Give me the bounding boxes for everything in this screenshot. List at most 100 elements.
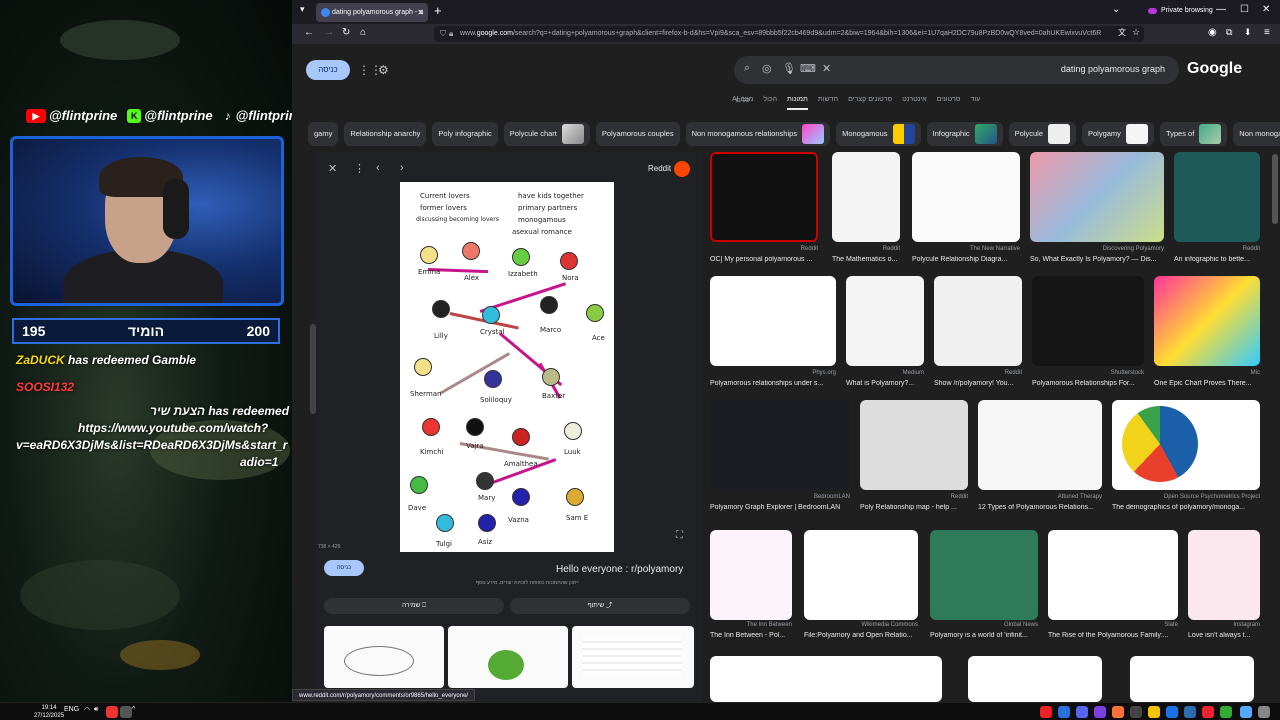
image-result[interactable]: Reddit Show /r/polyamory! You... bbox=[934, 276, 1022, 390]
image-result[interactable] bbox=[968, 656, 1102, 702]
preview-image[interactable]: Current lovers have kids together former… bbox=[400, 182, 614, 552]
page-scrollbar[interactable] bbox=[1272, 154, 1278, 224]
start-button-icon[interactable] bbox=[1240, 706, 1252, 718]
image-result[interactable]: Mic One Epic Chart Proves There... bbox=[1154, 276, 1260, 390]
tab-more[interactable]: עוד bbox=[970, 96, 980, 110]
clear-search-icon[interactable]: ✕ bbox=[822, 62, 831, 75]
downloads-icon[interactable]: ⬇ bbox=[1244, 27, 1252, 38]
extensions-icon[interactable]: ⧉ bbox=[1226, 27, 1232, 38]
image-result[interactable]: Instagram Love isn't always t... bbox=[1188, 530, 1260, 642]
chrome-app-icon[interactable] bbox=[1166, 706, 1178, 718]
image-result[interactable]: Reddit The Mathematics o... bbox=[832, 152, 900, 266]
account-icon[interactable]: ◉ bbox=[1208, 27, 1217, 38]
chip[interactable]: Monogamous bbox=[836, 122, 921, 146]
translate-icon[interactable]: 文 bbox=[1118, 27, 1126, 38]
chip[interactable]: Polycule bbox=[1008, 122, 1076, 146]
preview-source[interactable]: Reddit bbox=[648, 164, 671, 173]
keyboard-icon[interactable]: ⌨ bbox=[800, 62, 816, 75]
share-button[interactable]: שיתוף ⤴ bbox=[510, 598, 690, 614]
close-window-button[interactable]: ✕ bbox=[1262, 4, 1270, 15]
chip[interactable]: Poly infographic bbox=[432, 122, 498, 146]
forward-button[interactable]: → bbox=[324, 27, 334, 38]
taskbar-app-icon[interactable] bbox=[1202, 706, 1214, 718]
image-result[interactable]: Global News Polyamory is a world of 'inf… bbox=[930, 530, 1038, 642]
image-result[interactable]: Wikimedia Commons File:Polyamory and Ope… bbox=[804, 530, 918, 642]
tab-web[interactable]: אינטרנט bbox=[902, 96, 927, 110]
chip[interactable]: Types of bbox=[1159, 122, 1228, 146]
preview-title[interactable]: Hello everyone : r/polyamory bbox=[556, 564, 683, 575]
related-image-thumbnail[interactable] bbox=[448, 626, 568, 688]
menu-icon[interactable]: ≡ bbox=[1264, 27, 1270, 38]
chip[interactable]: Polyamorous couples bbox=[595, 122, 680, 146]
volume-icon[interactable]: 🔊︎ bbox=[94, 706, 98, 714]
reddit-logo-icon[interactable] bbox=[674, 161, 690, 177]
close-tab-icon[interactable]: ✕ bbox=[417, 3, 424, 22]
next-image-icon[interactable]: › bbox=[400, 162, 404, 174]
image-result[interactable]: Reddit OC] My personal polyamorous ... bbox=[710, 152, 818, 266]
twitch-app-icon[interactable] bbox=[1094, 706, 1106, 718]
image-result[interactable]: Slate The Rise of the Polyamorous Family… bbox=[1048, 530, 1178, 642]
chip[interactable]: Non monogamy bbox=[1233, 122, 1280, 146]
tray-app-icon[interactable] bbox=[106, 706, 118, 718]
more-options-icon[interactable]: ⋮ bbox=[354, 162, 365, 175]
google-logo[interactable]: Google bbox=[1187, 60, 1242, 78]
language-indicator[interactable]: ENG bbox=[64, 706, 79, 713]
save-button[interactable]: שמירה ⎕ bbox=[324, 598, 504, 614]
browser-tab[interactable]: dating polyamorous graph - ב ✕ bbox=[316, 3, 428, 22]
image-result[interactable]: Discovering Polyamory So, What Exactly I… bbox=[1030, 152, 1164, 266]
image-result[interactable] bbox=[710, 656, 942, 702]
image-result[interactable]: The New Narrative Polycule Relationship … bbox=[912, 152, 1020, 266]
chip[interactable]: Infographic bbox=[926, 122, 1003, 146]
search-input[interactable]: ⌕ ◎ 🎙︎ ⌨ ✕ dating polyamorous graph bbox=[734, 56, 1179, 84]
tab-all[interactable]: הכול bbox=[763, 96, 777, 110]
visit-button[interactable]: כניסה bbox=[324, 560, 364, 576]
lens-search-icon[interactable]: ⛶ bbox=[676, 530, 683, 541]
taskbar-app-icon[interactable] bbox=[1184, 706, 1196, 718]
preview-scrollbar[interactable] bbox=[310, 324, 316, 414]
new-tab-button[interactable]: + bbox=[434, 3, 442, 18]
search-icon[interactable]: ⌕ bbox=[744, 62, 750, 75]
steam-app-icon[interactable] bbox=[1058, 706, 1070, 718]
taskbar-app-icon[interactable] bbox=[1220, 706, 1232, 718]
clock[interactable]: 19:14 27/12/2025 bbox=[34, 704, 64, 720]
youtube-app-icon[interactable] bbox=[1040, 706, 1052, 718]
settings-gear-icon[interactable]: ⚙ bbox=[378, 63, 389, 77]
image-result[interactable]: Medium What is Polyamory?... bbox=[846, 276, 924, 390]
image-result[interactable]: Reddit An infographic to bette... bbox=[1174, 152, 1260, 266]
list-all-tabs-icon[interactable]: ⌄ bbox=[1112, 4, 1120, 15]
image-result[interactable]: BedroomLAN Polyamory Graph Explorer | Be… bbox=[710, 400, 850, 516]
chip[interactable]: Relationship anarchy bbox=[344, 122, 427, 146]
sign-in-button[interactable]: כניסה bbox=[306, 60, 350, 80]
related-image-thumbnail[interactable] bbox=[324, 626, 444, 688]
image-result[interactable]: Attuned Therapy 12 Types of Polyamorous … bbox=[978, 400, 1102, 516]
previous-image-icon[interactable]: ‹ bbox=[376, 162, 380, 174]
taskbar-app-icon[interactable] bbox=[1130, 706, 1142, 718]
image-result[interactable] bbox=[1130, 656, 1254, 702]
chip[interactable]: Non monogamous relationships bbox=[685, 122, 831, 146]
tab-list-icon[interactable]: ▾ bbox=[300, 4, 305, 15]
show-hidden-icons-icon[interactable]: ^ bbox=[132, 706, 135, 713]
tab-images[interactable]: תמונות bbox=[787, 96, 808, 110]
chip[interactable]: gamy bbox=[308, 122, 339, 146]
voice-search-icon[interactable]: 🎙︎ bbox=[782, 62, 796, 75]
home-icon[interactable]: ⌂ bbox=[360, 27, 366, 38]
lens-icon[interactable]: ◎ bbox=[762, 62, 772, 75]
reload-button[interactable]: ↻ bbox=[342, 27, 350, 38]
file-explorer-icon[interactable] bbox=[1148, 706, 1160, 718]
related-image-thumbnail[interactable] bbox=[572, 626, 694, 688]
image-result[interactable]: Open Source Psychometrics Project The de… bbox=[1112, 400, 1260, 516]
bookmark-star-icon[interactable]: ☆ bbox=[1132, 27, 1140, 38]
image-result[interactable]: The Inn Between The Inn Between - Pol... bbox=[710, 530, 792, 642]
back-button[interactable]: ← bbox=[304, 27, 314, 38]
image-result[interactable]: Shutterstock Polyamorous Relationships F… bbox=[1032, 276, 1144, 390]
firefox-app-icon[interactable] bbox=[1112, 706, 1124, 718]
tab-videos[interactable]: סרטונים bbox=[937, 96, 961, 110]
tab-news[interactable]: חדשות bbox=[818, 96, 838, 110]
maximize-button[interactable]: ☐ bbox=[1240, 4, 1249, 15]
discord-app-icon[interactable] bbox=[1076, 706, 1088, 718]
tools-button[interactable]: כלים bbox=[736, 97, 750, 104]
wifi-icon[interactable]: ◠ bbox=[84, 706, 90, 714]
tray-app-icon[interactable] bbox=[120, 706, 132, 718]
tab-short-videos[interactable]: סרטונים קצרים bbox=[848, 96, 892, 110]
close-preview-icon[interactable]: ✕ bbox=[328, 162, 337, 175]
